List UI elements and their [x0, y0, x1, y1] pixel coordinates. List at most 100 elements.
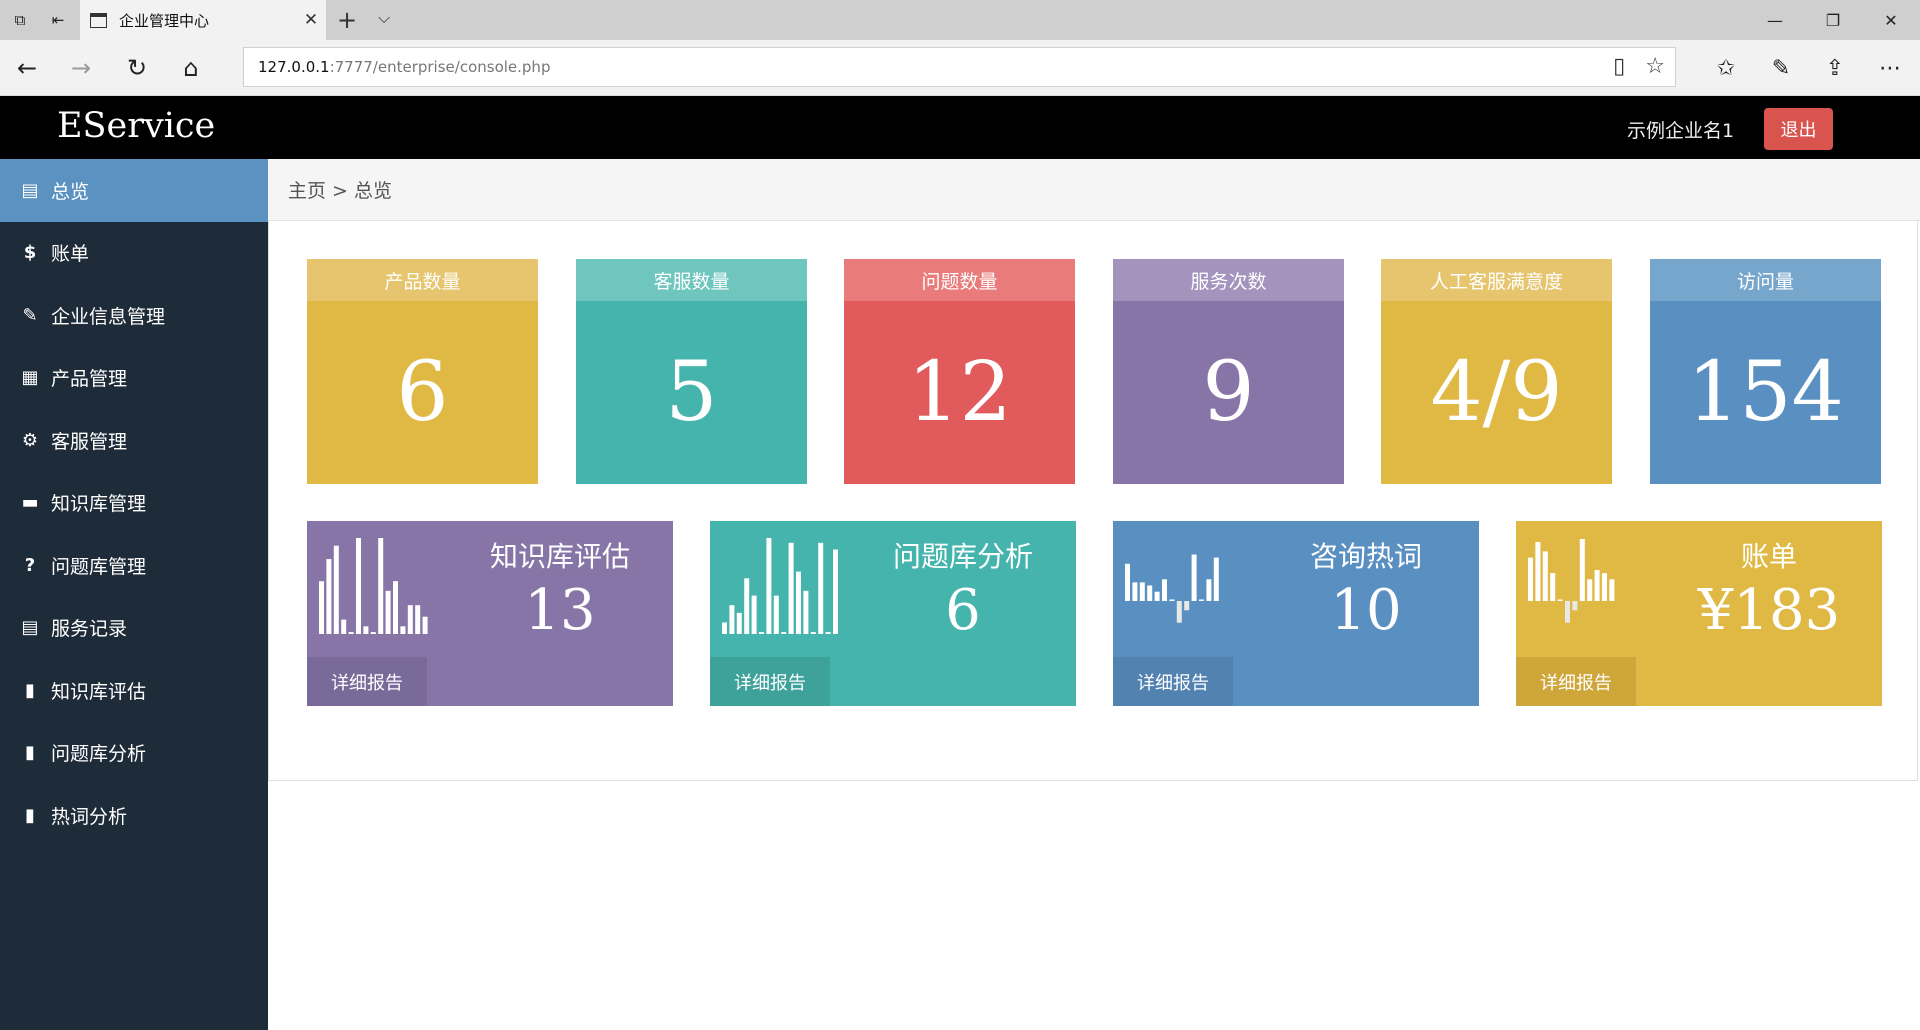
- stat-label: 问题数量: [844, 259, 1075, 301]
- sparkline-bar: [363, 626, 369, 634]
- sparkline-bar: [407, 605, 413, 634]
- stat-value: 5: [576, 301, 807, 484]
- company-name: 示例企业名1: [1627, 120, 1735, 142]
- report-card: 咨询热词 10 详细报告: [1113, 521, 1479, 706]
- sparkline-bars: [1528, 539, 1615, 623]
- minimize-icon[interactable]: —: [1746, 0, 1804, 40]
- browser-tab-strip: ⧉ ⇤ 企业管理中心 ✕ + ⌵ — ❐ ✕: [0, 0, 1920, 40]
- sparkline-bars: [1125, 554, 1219, 623]
- page-icon: [90, 12, 107, 28]
- sidebar-item[interactable]: ▮ 热词分析: [0, 784, 268, 847]
- sidebar-item[interactable]: ▤ 服务记录: [0, 597, 268, 660]
- sparkline-bar: [744, 578, 750, 634]
- sparkline-bar: [333, 545, 339, 634]
- sidebar-item[interactable]: ▮ 问题库分析: [0, 722, 268, 785]
- brand-logo[interactable]: EService: [57, 106, 215, 146]
- close-tab-icon[interactable]: ✕: [296, 10, 326, 30]
- window-close-icon[interactable]: ✕: [1862, 0, 1920, 40]
- sidebar-item-label: 产品管理: [51, 368, 128, 391]
- bar-chart-icon: ▮: [25, 804, 35, 826]
- sparkline-bar: [810, 632, 816, 634]
- sparkline-bar: [1550, 573, 1556, 601]
- address-input[interactable]: 127.0.0.1:7777/enterprise/console.php ▯ …: [243, 47, 1676, 87]
- sidebar-item-label: 热词分析: [51, 805, 128, 828]
- sidebar-item[interactable]: ▦ 产品管理: [0, 347, 268, 410]
- sparkline-bar: [415, 605, 421, 634]
- detail-report-button[interactable]: 详细报告: [1113, 657, 1233, 706]
- breadcrumb-text: 主页 > 总览: [288, 180, 392, 202]
- stat-label: 服务次数: [1113, 259, 1344, 301]
- report-card: 知识库评估 13 详细报告: [307, 521, 673, 706]
- sidebar-item[interactable]: ? 问题库管理: [0, 534, 268, 597]
- browser-tab[interactable]: 企业管理中心 ✕: [80, 0, 326, 40]
- sparkline-bar: [385, 590, 391, 634]
- card-value: ¥183: [1697, 578, 1841, 643]
- sparkline-bar: [781, 632, 787, 634]
- sparkline-bar: [803, 590, 809, 634]
- share-icon[interactable]: ⇪: [1815, 50, 1855, 86]
- sparkline-bar: [1535, 542, 1541, 601]
- sparkline-bar: [1206, 579, 1212, 601]
- sidebar-item-label: 知识库管理: [51, 493, 147, 516]
- sparkline-bar: [1125, 563, 1130, 601]
- sparkline-bar: [378, 538, 384, 634]
- sidebar-item[interactable]: $ 账单: [0, 222, 268, 285]
- dollar-icon: $: [23, 242, 37, 264]
- sparkline-bar: [326, 559, 332, 634]
- sparkline-bar: [1191, 554, 1197, 601]
- stat-tile: 访问量 154: [1650, 259, 1881, 484]
- sidebar-item[interactable]: ▬ 知识库管理: [0, 472, 268, 535]
- tab-actions-icon[interactable]: ⧉: [9, 9, 31, 31]
- sparkline-bar: [818, 542, 824, 634]
- app-header: EService 示例企业名1 退出: [0, 96, 1920, 159]
- sparkline-bar: [796, 571, 801, 634]
- pen-icon[interactable]: ✎: [1761, 50, 1801, 86]
- sparkline-bar: [356, 538, 361, 634]
- sidebar-item[interactable]: ✎ 企业信息管理: [0, 284, 268, 347]
- favorites-icon[interactable]: ✩: [1706, 50, 1746, 86]
- sparkline-bar: [1587, 579, 1593, 601]
- favorite-star-icon[interactable]: ☆: [1645, 54, 1665, 79]
- sidebar-item-label: 知识库评估: [51, 680, 147, 703]
- forward-icon[interactable]: →: [63, 50, 99, 86]
- stat-value: 4/9: [1381, 301, 1612, 484]
- sparkline-bars: [319, 538, 428, 634]
- sidebar-item[interactable]: ▤ 总览: [0, 159, 268, 222]
- chevron-down-icon[interactable]: ⌵: [378, 8, 390, 28]
- reading-view-icon[interactable]: ▯: [1613, 54, 1625, 79]
- sparkline-bar: [1147, 585, 1153, 601]
- stat-value: 9: [1113, 301, 1344, 484]
- card-title: 咨询热词: [1309, 540, 1422, 573]
- new-tab-icon[interactable]: +: [337, 6, 357, 34]
- sidebar-item[interactable]: ⚙ 客服管理: [0, 409, 268, 472]
- sidebar-item[interactable]: ▮ 知识库评估: [0, 659, 268, 722]
- sparkline-bar: [722, 622, 727, 634]
- restore-icon[interactable]: ❐: [1804, 0, 1862, 40]
- question-icon: ?: [24, 554, 36, 576]
- set-aside-tabs-icon[interactable]: ⇤: [47, 9, 69, 31]
- detail-report-button[interactable]: 详细报告: [710, 657, 830, 706]
- sparkline-bar: [1184, 601, 1190, 611]
- logout-button[interactable]: 退出: [1764, 108, 1833, 150]
- back-icon[interactable]: ←: [9, 50, 45, 86]
- sparkline-bar: [1213, 557, 1219, 601]
- card-title: 账单: [1740, 540, 1797, 573]
- sparkline-bar: [1162, 579, 1167, 601]
- sparkline-bar: [736, 612, 742, 634]
- stat-label: 产品数量: [307, 259, 538, 301]
- sparkline-bar: [788, 542, 794, 634]
- home-icon[interactable]: ⌂: [173, 50, 209, 86]
- refresh-icon[interactable]: ↻: [119, 50, 155, 86]
- sparkline-bar: [393, 581, 398, 634]
- stat-value: 154: [1650, 301, 1881, 484]
- detail-report-button[interactable]: 详细报告: [1516, 657, 1636, 706]
- sidebar-item-label: 客服管理: [51, 430, 128, 453]
- sparkline-bar: [348, 632, 354, 634]
- sparkline-bar: [751, 595, 757, 634]
- sparkline-bar: [1132, 582, 1138, 601]
- stat-value: 6: [307, 301, 538, 484]
- sparkline-bar: [1602, 573, 1607, 601]
- sparkline-bar: [766, 538, 772, 634]
- more-icon[interactable]: ⋯: [1870, 50, 1910, 86]
- detail-report-button[interactable]: 详细报告: [307, 657, 427, 706]
